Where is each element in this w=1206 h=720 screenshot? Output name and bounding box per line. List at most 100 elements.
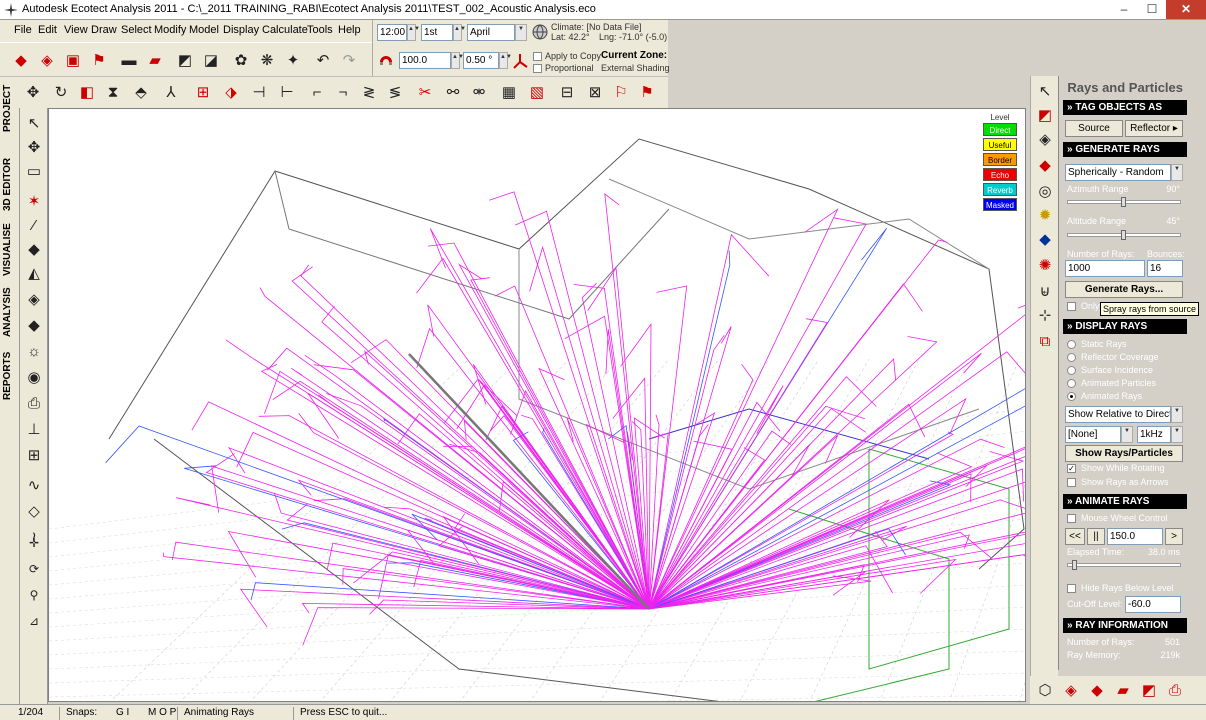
menu-model[interactable]: Model [189, 24, 219, 36]
rewind-button[interactable]: << [1065, 528, 1085, 545]
select-pointer-icon[interactable]: ↖ [1034, 80, 1056, 102]
rotate-icon[interactable]: ↻ [50, 81, 72, 103]
redo-icon[interactable]: ↷ [338, 49, 360, 71]
menu-help[interactable]: Help [338, 24, 361, 36]
mouse-wheel-checkbox[interactable] [1067, 514, 1076, 523]
pause-button[interactable]: || [1087, 528, 1105, 545]
export-icon[interactable]: ⚑ [88, 49, 110, 71]
time-spinner[interactable]: ▲▼ [407, 24, 420, 41]
time-input[interactable]: 12:00 [377, 24, 407, 41]
relative-select[interactable]: Show Relative to Direct [1065, 406, 1171, 423]
filter-select[interactable]: [None] [1065, 426, 1121, 443]
month-select[interactable]: April [467, 24, 515, 41]
corner2-icon[interactable]: ¬ [332, 81, 354, 103]
minimize-button[interactable]: – [1110, 0, 1138, 19]
scale-icon[interactable]: ◧ [76, 81, 98, 103]
unlink-icon[interactable]: ⚮ [468, 81, 490, 103]
azimuth-slider-thumb[interactable] [1121, 197, 1126, 207]
snap-icon[interactable]: ⊠ [584, 81, 606, 103]
filter-dropdown-icon[interactable]: ▼ [1121, 426, 1133, 443]
offset-spinner[interactable]: ▲▼ [499, 52, 512, 69]
day-input[interactable]: 1st [421, 24, 453, 41]
radio-reflector-coverage[interactable] [1067, 353, 1076, 362]
show-rays-button[interactable]: Show Rays/Particles [1065, 445, 1183, 462]
tab-visualise[interactable]: VISUALISE [2, 220, 18, 280]
generate-rays-button[interactable]: Generate Rays... [1065, 281, 1183, 298]
show-as-arrows-checkbox[interactable] [1067, 478, 1076, 487]
sun-icon[interactable]: ✹ [1034, 204, 1056, 226]
tag-source-button[interactable]: Source [1065, 120, 1123, 137]
selection-info-icon[interactable]: ◩ [1034, 104, 1056, 126]
render-icon[interactable]: ▰ [144, 49, 166, 71]
radio-animated-particles[interactable] [1067, 379, 1076, 388]
close-button[interactable]: ✕ [1166, 0, 1206, 19]
altitude-slider-thumb[interactable] [1121, 230, 1126, 240]
perspective-icon[interactable]: ⊿ [23, 610, 45, 632]
new-file-icon[interactable]: ◆ [10, 49, 32, 71]
cutoff-input[interactable]: -60.0 [1125, 596, 1181, 613]
tab-project[interactable]: PROJECT [2, 78, 18, 138]
show-while-rotating-checkbox[interactable]: ✓ [1067, 464, 1076, 473]
scale-spinner[interactable]: ▲▼ [451, 52, 464, 69]
frequency-dropdown-icon[interactable]: ▼ [1171, 426, 1183, 443]
diamond-icon[interactable]: ◇ [23, 500, 45, 522]
relative-dropdown-icon[interactable]: ▼ [1171, 406, 1183, 423]
chart-icon[interactable]: ◩ [1138, 679, 1160, 701]
open-file-icon[interactable]: ◈ [36, 49, 58, 71]
globe-icon[interactable] [532, 24, 548, 40]
display-rays-header[interactable]: » DISPLAY RAYS [1063, 319, 1187, 334]
menu-tools[interactable]: Tools [307, 24, 333, 36]
branch-icon[interactable]: ⅄ [160, 81, 182, 103]
menu-draw[interactable]: Draw [91, 24, 117, 36]
anim-speed-input[interactable]: 150.0 [1107, 528, 1163, 545]
generate-rays-header[interactable]: » GENERATE RAYS [1063, 142, 1187, 157]
tank-icon[interactable]: ⊌ [1034, 280, 1056, 302]
point-icon[interactable]: ✶ [23, 190, 45, 212]
wire-icon[interactable]: ⬡ [1034, 679, 1056, 701]
script-icon[interactable]: ⧉ [1034, 330, 1056, 352]
tab-analysis[interactable]: ANALYSIS [2, 284, 18, 340]
num-rays-input[interactable]: 1000 [1065, 260, 1145, 277]
elapsed-slider-thumb[interactable] [1072, 560, 1078, 570]
magnet-icon[interactable] [377, 52, 395, 70]
mirror-icon[interactable]: ⧗ [102, 81, 124, 103]
join-icon[interactable]: ⊣ [248, 81, 270, 103]
mesh-icon[interactable]: ⊞ [23, 444, 45, 466]
menu-modify[interactable]: Modify [154, 24, 186, 36]
tag-objects-header[interactable]: » TAG OBJECTS AS [1063, 100, 1187, 115]
report-icon[interactable]: ▰ [1112, 679, 1134, 701]
frequency-select[interactable]: 1kHz [1137, 426, 1171, 443]
camera-tool-icon[interactable]: ⎙ [23, 392, 45, 414]
light-icon[interactable]: ☼ [23, 340, 45, 362]
menu-view[interactable]: View [64, 24, 88, 36]
crosshair-icon[interactable]: ✛ [23, 532, 45, 554]
snaps-gi[interactable]: G I [112, 707, 133, 720]
export-rays-icon[interactable]: ◈ [1060, 679, 1082, 701]
flag-icon[interactable]: ⚐ [610, 81, 632, 103]
refresh-icon[interactable]: ⟳ [23, 558, 45, 580]
scale-input[interactable]: 100.0 [399, 52, 451, 69]
analysis-grid-icon[interactable]: ◆ [1086, 679, 1108, 701]
menu-edit[interactable]: Edit [38, 24, 57, 36]
layers-icon[interactable]: ◩ [174, 49, 196, 71]
ungroup-icon[interactable]: ▧ [526, 81, 548, 103]
month-dropdown-icon[interactable]: ▼ [515, 24, 527, 41]
menu-display[interactable]: Display [223, 24, 259, 36]
offset-input[interactable]: 0.50 ° [463, 52, 499, 69]
maximize-button[interactable]: ☐ [1138, 0, 1166, 19]
appliance-icon[interactable]: ⊥ [23, 418, 45, 440]
menu-file[interactable]: File [14, 24, 32, 36]
rays-particles-icon[interactable]: ✺ [1034, 254, 1056, 276]
axis-icon[interactable] [511, 52, 529, 70]
array-icon[interactable]: ⊞ [192, 81, 214, 103]
3d-viewport[interactable]: Level Direct Useful Border Echo Reverb M… [48, 108, 1026, 702]
ray-information-header[interactable]: » RAY INFORMATION [1063, 618, 1187, 633]
camera-icon[interactable]: ▬ [118, 49, 140, 71]
curve-icon[interactable]: ∿ [23, 474, 45, 496]
camera-export-icon[interactable]: ⎙ [1164, 679, 1186, 701]
extrude-icon[interactable]: ⬘ [130, 81, 152, 103]
grid-analysis-icon[interactable]: ◆ [1034, 228, 1056, 250]
block-icon[interactable]: ◈ [23, 288, 45, 310]
only-checkbox[interactable] [1067, 302, 1076, 311]
flag2-icon[interactable]: ⚑ [636, 81, 658, 103]
